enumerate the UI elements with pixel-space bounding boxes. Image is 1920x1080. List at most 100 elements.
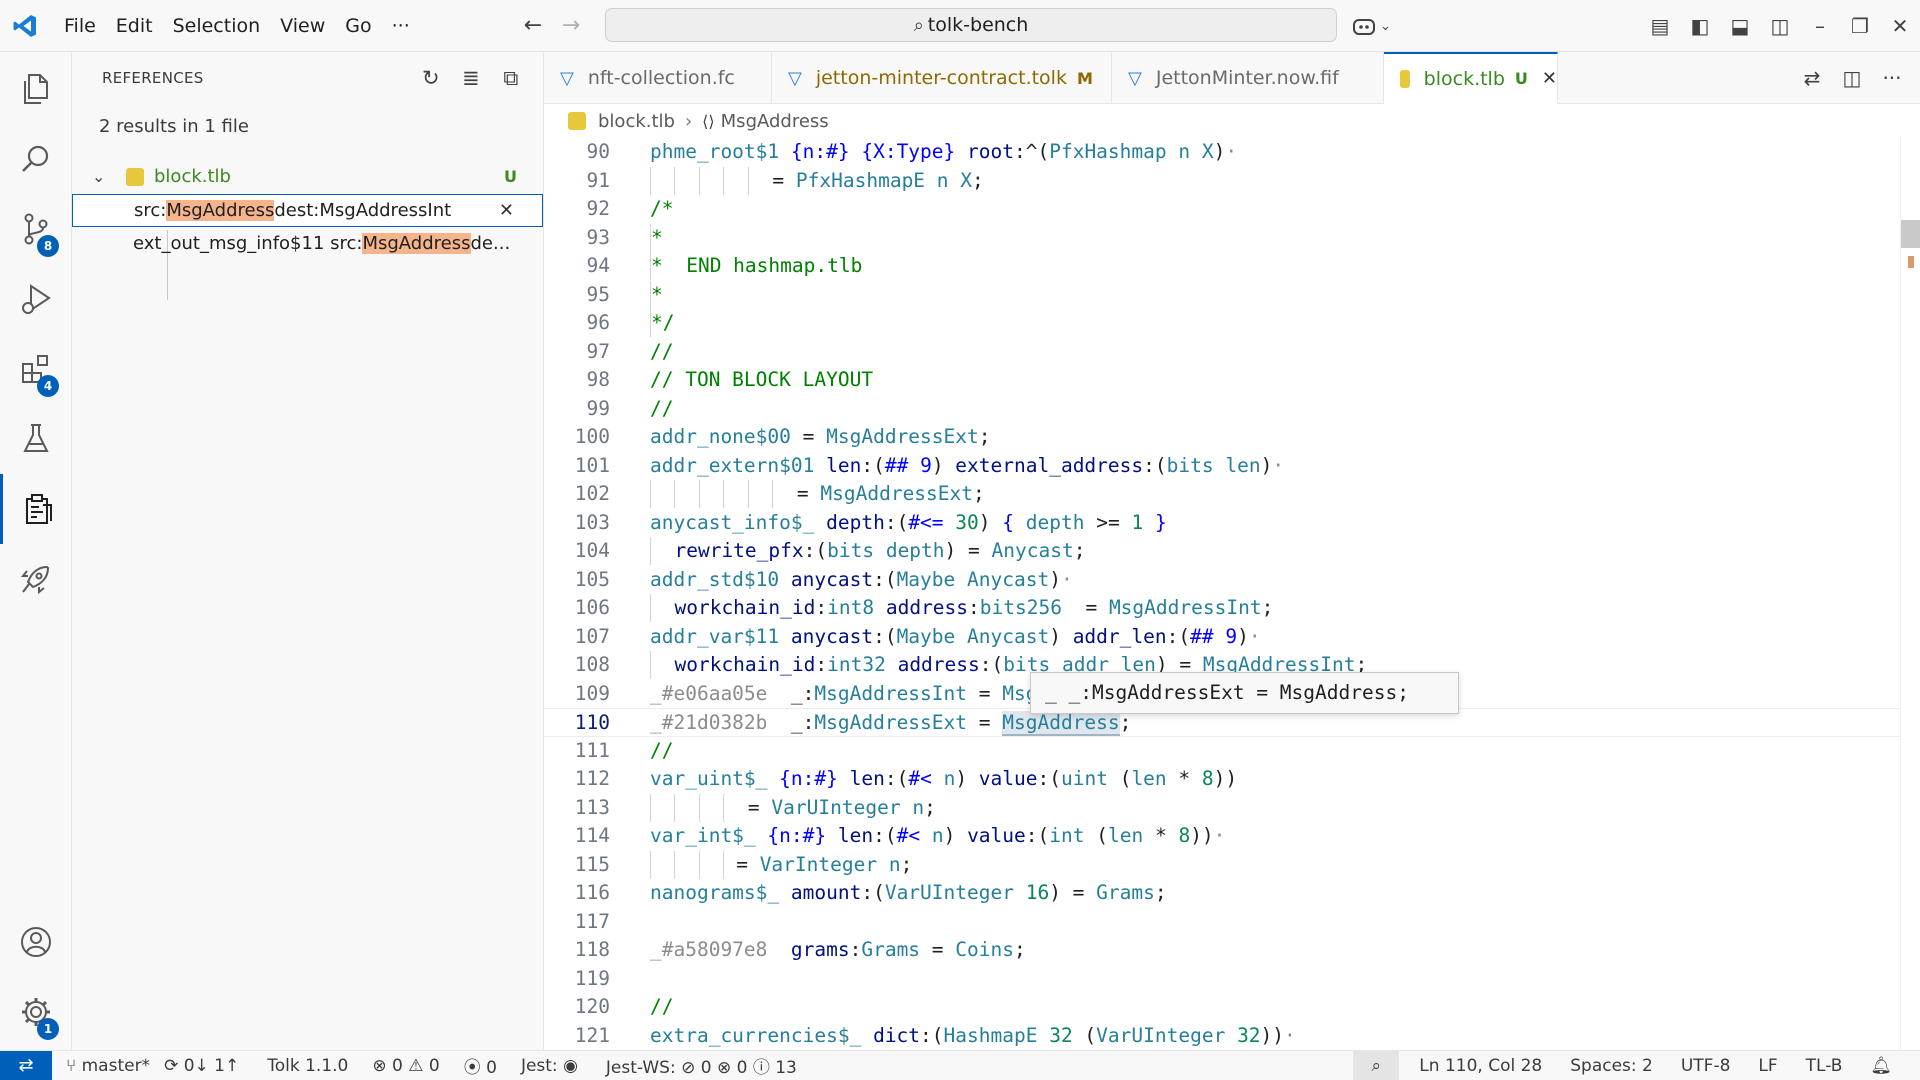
result-text-pre: ext_out_msg_info$11 src: — [133, 233, 363, 254]
result-text-pre: src: — [134, 200, 167, 221]
minimize-icon[interactable]: – — [1800, 0, 1840, 52]
code-editor[interactable]: 90 phme_root$1 {n:#} {X:Type} root:^(PfxH… — [544, 138, 1900, 1050]
extensions-icon[interactable]: 4 — [0, 334, 72, 404]
jest-ws-status[interactable]: Jest-WS: ⊘ 0 ⊗ 0 ⓘ 13 — [606, 1053, 797, 1078]
line-number: 108 — [574, 653, 610, 676]
branch-name: master* — [81, 1055, 151, 1076]
encoding[interactable]: UTF-8 — [1681, 1056, 1731, 1076]
tab-jetton-minter-contract[interactable]: ▽ jetton-minter-contract.tolk M — [772, 52, 1112, 104]
line-number: 102 — [574, 482, 610, 505]
menu-selection[interactable]: Selection — [163, 0, 271, 52]
customize-layout-icon[interactable]: ▤ — [1640, 0, 1680, 52]
code-line: var_uint$_ {n:#} len:(#< n) value:(uint … — [650, 767, 1238, 790]
tab-label: JettonMinter.now.fif — [1155, 67, 1339, 89]
sync-indicator[interactable]: ⟳ 0↓ 1↑ — [164, 1056, 239, 1076]
source-control-icon[interactable]: 8 — [0, 194, 72, 264]
ton-file-icon: ▽ — [788, 67, 802, 89]
close-tab-icon[interactable]: ✕ — [1542, 68, 1557, 89]
explorer-icon[interactable] — [0, 54, 72, 124]
line-number: 116 — [574, 881, 610, 904]
line-number: 110 — [574, 711, 610, 734]
code-line: = VarUInteger n; — [650, 793, 936, 823]
zoom-icon[interactable]: ⌕ — [1353, 1051, 1400, 1080]
tlb-file-icon — [568, 112, 586, 130]
result-match: MsgAddress — [362, 233, 471, 254]
problems-indicator[interactable]: ⊗ 0 ⚠ 0 — [372, 1056, 439, 1076]
back-arrow-icon[interactable]: ← — [514, 13, 552, 38]
code-line: * END hashmap.tlb — [650, 252, 862, 281]
line-number: 105 — [574, 567, 610, 591]
broadcast-icon: ⦿ — [463, 1058, 487, 1078]
indentation[interactable]: Spaces: 2 — [1570, 1056, 1653, 1076]
search-icon[interactable] — [0, 124, 72, 194]
line-number: 91 — [586, 168, 610, 192]
code-line: */ — [650, 309, 674, 338]
tab-nft-collection[interactable]: ▽ nft-collection.fc — [544, 52, 772, 104]
more-actions-icon[interactable]: ··· — [1872, 66, 1912, 90]
toggle-primary-sidebar-icon[interactable]: ◧ — [1680, 0, 1720, 52]
tab-label: nft-collection.fc — [587, 67, 735, 89]
vscode-logo-icon — [0, 0, 50, 52]
refresh-icon[interactable]: ↻ — [411, 66, 451, 90]
code-line: * — [650, 223, 663, 253]
reference-result-2[interactable]: ext_out_msg_info$11 src: MsgAddress de... — [72, 227, 543, 260]
menu-more[interactable]: ··· — [382, 0, 420, 52]
menu-file[interactable]: File — [50, 0, 106, 52]
breadcrumb-file[interactable]: block.tlb — [598, 111, 675, 132]
cursor-position[interactable]: Ln 110, Col 28 — [1419, 1056, 1542, 1076]
dismiss-result-icon[interactable]: ✕ — [499, 200, 514, 221]
menu-view[interactable]: View — [270, 0, 335, 52]
end-of-line[interactable]: LF — [1758, 1056, 1777, 1076]
tolk-version[interactable]: Tolk 1.1.0 — [267, 1056, 348, 1076]
jest-status[interactable]: Jest: ◉ — [521, 1056, 578, 1076]
branch-indicator[interactable]: ⑂ master* — [66, 1056, 150, 1076]
menu-go[interactable]: Go — [335, 0, 381, 52]
status-bar: ⇄ ⑂ master* ⟳ 0↓ 1↑ Tolk 1.1.0 ⊗ 0 ⚠ 0 ⦿… — [0, 1050, 1920, 1080]
remote-icon[interactable]: ⇄ — [0, 1050, 52, 1080]
result-match: MsgAddress — [166, 200, 275, 221]
language-mode[interactable]: TL-B — [1806, 1056, 1843, 1076]
sync-icon: ⟳ — [164, 1055, 184, 1076]
title-bar: File Edit Selection View Go ··· ← → ⌕ to… — [0, 0, 1920, 52]
scroll-thumb[interactable] — [1901, 220, 1920, 248]
line-number: 100 — [574, 425, 610, 448]
tlb-file-icon — [126, 167, 144, 186]
reference-result-1[interactable]: src: MsgAddress dest:MsgAddressInt ✕ — [72, 194, 543, 227]
menu-edit[interactable]: Edit — [106, 0, 163, 52]
code-line: = PfxHashmapE n X; — [650, 166, 984, 196]
ports-indicator[interactable]: ⦿ 0 — [464, 1053, 497, 1078]
code-line: anycast_info$_ depth:(#<= 30) { depth >=… — [650, 510, 1167, 534]
references-view-icon[interactable] — [0, 474, 72, 544]
code-line: = MsgAddressExt; — [650, 480, 985, 509]
tab-block-tlb[interactable]: block.tlb U ✕ — [1384, 52, 1558, 104]
toggle-secondary-sidebar-icon[interactable]: ◫ — [1760, 0, 1800, 52]
line-number: 120 — [574, 995, 610, 1018]
run-debug-icon[interactable] — [0, 264, 72, 334]
command-center-search[interactable]: ⌕ tolk-bench — [605, 8, 1337, 42]
tlb-file-icon — [1400, 69, 1410, 88]
testing-icon[interactable] — [0, 404, 72, 474]
close-window-icon[interactable]: ✕ — [1880, 0, 1920, 52]
open-changes-icon[interactable]: ⇄ — [1792, 66, 1832, 90]
tab-jetton-minter-fif[interactable]: ▽ JettonMinter.now.fif — [1112, 52, 1384, 104]
editor-scrollbar[interactable] — [1900, 138, 1920, 1050]
ton-file-icon: ▽ — [1128, 67, 1142, 89]
accounts-icon[interactable] — [0, 907, 72, 977]
chevron-down-icon[interactable]: ⌄ — [92, 167, 118, 186]
forward-arrow-icon[interactable]: → — [552, 13, 590, 38]
copilot-menu[interactable]: ⌄ — [1352, 0, 1391, 52]
notifications-bell-icon[interactable]: 🔔︎ — [1870, 1056, 1892, 1076]
breadcrumb-symbol[interactable]: MsgAddress — [721, 111, 829, 132]
clear-all-icon[interactable]: ≣ — [451, 66, 491, 90]
chevron-down-icon: ⌄ — [1380, 18, 1391, 34]
line-number: 118 — [574, 938, 610, 961]
code-line: // — [650, 738, 674, 762]
result-file-row[interactable]: ⌄ block.tlb U — [72, 160, 543, 193]
collapse-all-icon[interactable]: ⧉ — [491, 66, 531, 91]
restore-icon[interactable]: ❐ — [1840, 0, 1880, 52]
toggle-panel-icon[interactable]: ⬓ — [1720, 0, 1760, 52]
split-editor-icon[interactable]: ◫ — [1832, 66, 1872, 90]
rocket-icon[interactable] — [0, 544, 72, 614]
manage-gear-icon[interactable]: 1 — [0, 977, 72, 1047]
line-number: 111 — [574, 738, 610, 762]
